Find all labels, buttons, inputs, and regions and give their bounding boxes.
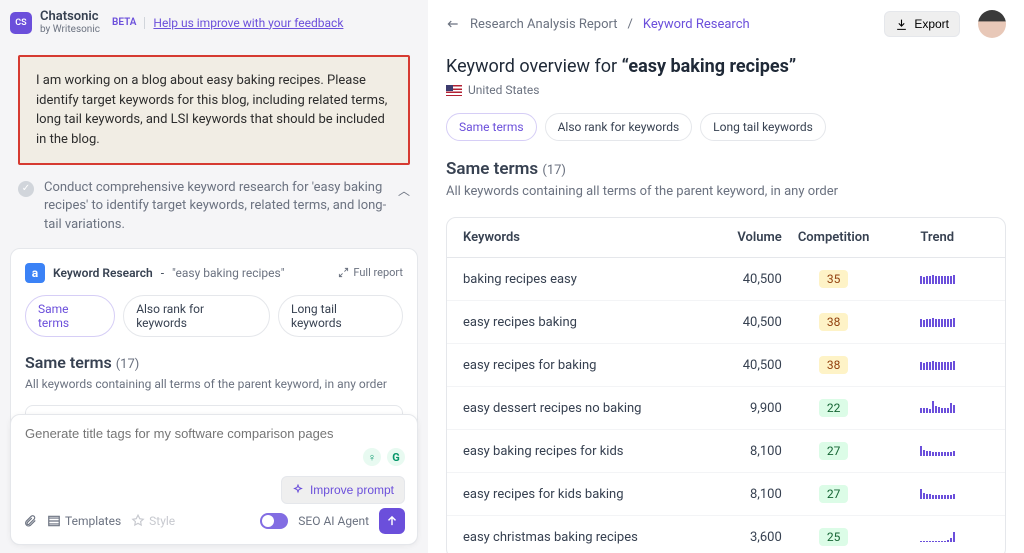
app-name: Chatsonic (40, 10, 100, 24)
divider (144, 17, 145, 29)
send-button[interactable] (379, 508, 405, 534)
cell-keyword: easy dessert recipes no baking (463, 401, 702, 416)
cell-volume: 9,900 (702, 401, 782, 416)
pill-also-rank[interactable]: Also rank for keywords (123, 295, 270, 337)
collapse-icon[interactable]: ︿ (398, 179, 410, 200)
col-trend: Trend (885, 230, 989, 245)
trend-sparkline-icon (920, 313, 955, 327)
pill-long-tail[interactable]: Long tail keywords (700, 113, 826, 141)
pill-also-rank[interactable]: Also rank for keywords (545, 113, 693, 141)
section-count: (17) (116, 357, 140, 372)
cell-trend (885, 356, 989, 374)
check-icon: ✓ (18, 181, 34, 197)
country-label: United States (468, 83, 539, 97)
cell-trend (885, 485, 989, 503)
cell-volume: 8,100 (702, 444, 782, 459)
tool-icon: a (25, 263, 45, 283)
agent-toggle[interactable] (260, 513, 288, 529)
table-row[interactable]: easy baking recipes for kids8,10027 (447, 429, 1005, 472)
chat-input[interactable] (23, 425, 405, 442)
overview-prefix: Keyword overview for (446, 56, 622, 77)
table-row[interactable]: easy christmas baking recipes3,60025 (447, 515, 1005, 553)
table-row[interactable]: baking recipes easy40,50035 (447, 258, 1005, 300)
app-logo: CS (10, 12, 32, 34)
brand-icon-a[interactable]: ♀ (363, 448, 381, 466)
templates-button[interactable]: Templates (47, 514, 121, 528)
cell-competition: 25 (782, 528, 886, 546)
col-competition: Competition (782, 230, 886, 245)
cell-volume: 8,100 (702, 487, 782, 502)
cell-keyword: baking recipes easy (463, 272, 702, 287)
cell-competition: 27 (782, 442, 886, 460)
cell-competition: 35 (782, 270, 886, 288)
trend-sparkline-icon (920, 485, 955, 499)
trend-sparkline-icon (920, 442, 955, 456)
beta-badge: BETA (112, 17, 136, 28)
col-volume: Volume (702, 230, 782, 245)
full-report-link[interactable]: Full report (338, 266, 403, 279)
cell-keyword: easy recipes for baking (463, 358, 702, 373)
cell-volume: 3,600 (702, 530, 782, 545)
flag-icon (446, 85, 462, 96)
export-button[interactable]: Export (884, 11, 960, 37)
pill-long-tail[interactable]: Long tail keywords (278, 295, 403, 337)
cell-competition: 38 (782, 356, 886, 374)
feedback-link[interactable]: Help us improve with your feedback (153, 16, 343, 30)
section-subtitle: All keywords containing all terms of the… (446, 183, 1006, 201)
agent-label: SEO AI Agent (298, 514, 369, 528)
table-row[interactable]: easy recipes for kids baking8,10027 (447, 472, 1005, 515)
table-row[interactable]: easy recipes baking40,50038 (447, 300, 1005, 343)
user-prompt: I am working on a blog about easy baking… (18, 55, 410, 165)
breadcrumb-parent[interactable]: Research Analysis Report (470, 17, 618, 32)
cell-keyword: easy recipes baking (463, 315, 702, 330)
section-count: (17) (542, 163, 566, 178)
section-subtitle: All keywords containing all terms of the… (25, 376, 403, 393)
breadcrumb-current: Keyword Research (643, 17, 750, 32)
improve-prompt-button[interactable]: Improve prompt (281, 476, 405, 504)
col-keywords: Keywords (463, 230, 702, 245)
back-icon[interactable] (446, 17, 460, 31)
avatar[interactable] (978, 10, 1006, 38)
trend-sparkline-icon (920, 399, 955, 413)
cell-keyword: easy christmas baking recipes (463, 530, 702, 545)
breadcrumb: Research Analysis Report / Keyword Resea… (446, 10, 1006, 38)
trend-sparkline-icon (920, 270, 955, 284)
cell-volume: 40,500 (702, 358, 782, 373)
pill-same-terms[interactable]: Same terms (446, 113, 537, 141)
cell-volume: 40,500 (702, 315, 782, 330)
card-query: "easy baking recipes" (172, 266, 285, 280)
table-row[interactable]: easy dessert recipes no baking9,90022 (447, 386, 1005, 429)
cell-competition: 27 (782, 485, 886, 503)
cell-volume: 40,500 (702, 272, 782, 287)
cell-competition: 22 (782, 399, 886, 417)
cell-trend (885, 313, 989, 331)
overview-keyword: “easy baking recipes” (622, 56, 797, 77)
table-row[interactable]: easy recipes for baking40,50038 (447, 343, 1005, 386)
cell-trend (885, 270, 989, 288)
section-title: Same terms (446, 159, 538, 179)
keywords-table: Keywords Volume Competition Trend baking… (446, 217, 1006, 553)
app-byline: by Writesonic (40, 24, 100, 35)
cell-keyword: easy recipes for kids baking (463, 487, 702, 502)
cell-keyword: easy baking recipes for kids (463, 444, 702, 459)
cell-trend (885, 442, 989, 460)
trend-sparkline-icon (920, 356, 955, 370)
grammarly-icon[interactable]: G (387, 448, 405, 466)
cell-trend (885, 528, 989, 546)
chat-input-bar: ♀ G Improve prompt Templates Style SEO A… (10, 414, 418, 545)
pill-same-terms[interactable]: Same terms (25, 295, 115, 337)
style-button[interactable]: Style (131, 514, 175, 528)
trend-sparkline-icon (920, 528, 955, 542)
cell-trend (885, 399, 989, 417)
card-title: Keyword Research (53, 266, 153, 280)
attach-icon[interactable] (23, 514, 37, 528)
task-summary: Conduct comprehensive keyword research f… (44, 179, 388, 234)
cell-competition: 38 (782, 313, 886, 331)
section-title: Same terms (25, 353, 112, 372)
